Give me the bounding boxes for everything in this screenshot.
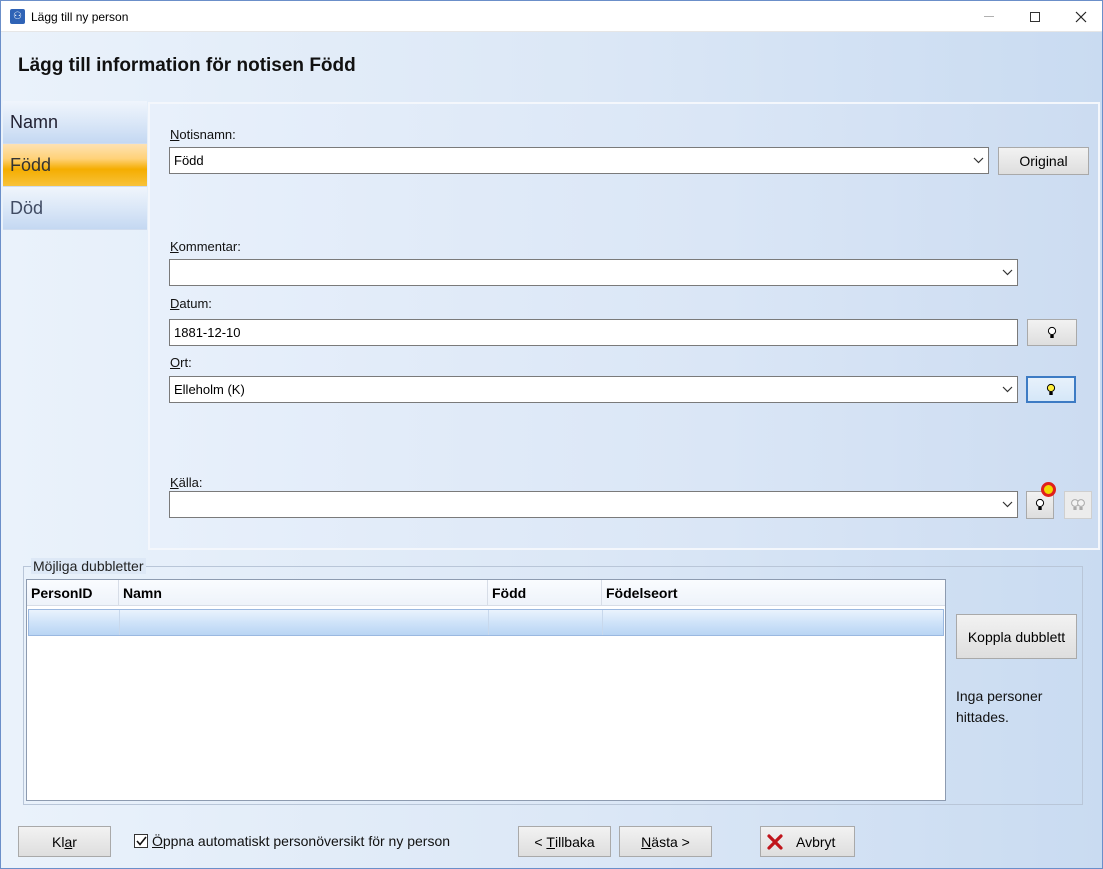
title-bar: ⚇ Lägg till ny person bbox=[1, 1, 1102, 32]
sidebar-item-dod[interactable]: Död bbox=[3, 187, 147, 230]
notisnamn-value: Född bbox=[174, 153, 204, 168]
ort-label: Ort: bbox=[170, 355, 192, 370]
original-button[interactable]: Original bbox=[998, 147, 1089, 175]
minimize-icon bbox=[984, 16, 994, 17]
done-label-part: r bbox=[72, 833, 77, 850]
next-label-accel: N bbox=[641, 833, 652, 850]
table-cell bbox=[120, 610, 489, 635]
done-label-accel: a bbox=[64, 833, 73, 850]
lightbulb-icon bbox=[1047, 326, 1057, 338]
chevron-down-icon[interactable] bbox=[1001, 260, 1013, 285]
next-button[interactable]: Nästa > bbox=[619, 826, 712, 857]
close-button[interactable] bbox=[1058, 1, 1103, 32]
checkmark-icon bbox=[135, 836, 147, 846]
auto-open-option[interactable]: Öppna automatiskt personöversikt för ny … bbox=[134, 833, 450, 849]
sidebar-item-fodd[interactable]: Född bbox=[3, 144, 147, 187]
sidebar-item-label: Född bbox=[10, 155, 52, 175]
chevron-down-icon[interactable] bbox=[1001, 492, 1013, 517]
page-title: Lägg till information för notisen Född bbox=[18, 55, 356, 76]
auto-open-checkbox[interactable] bbox=[134, 834, 148, 848]
notisnamn-combobox[interactable]: Född bbox=[169, 147, 989, 174]
dialog-window: ⚇ Lägg till ny person Lägg till informat… bbox=[0, 0, 1103, 869]
back-label-part: < bbox=[534, 833, 547, 850]
sidebar-item-label: Namn bbox=[10, 112, 59, 132]
kommentar-label: Kommentar: bbox=[170, 239, 241, 254]
column-header-fodd[interactable]: Född bbox=[488, 580, 602, 606]
maximize-icon bbox=[1030, 11, 1040, 22]
duplicates-table[interactable]: PersonID Namn Född Födelseort bbox=[26, 579, 946, 801]
datum-value: 1881-12-10 bbox=[174, 325, 241, 340]
column-header-namn[interactable]: Namn bbox=[119, 580, 488, 606]
notification-badge-icon bbox=[1041, 482, 1056, 497]
ort-value: Elleholm (K) bbox=[174, 382, 245, 397]
sidebar: Namn Född Död bbox=[3, 101, 147, 230]
back-button[interactable]: < Tillbaka bbox=[518, 826, 611, 857]
back-label-part: illbaka bbox=[554, 833, 595, 850]
cancel-label: Avbryt bbox=[796, 833, 836, 850]
lightbulb-icon bbox=[1046, 383, 1056, 395]
no-persons-status: Inga personer hittades. bbox=[956, 688, 1043, 725]
ort-lookup-button[interactable] bbox=[1026, 376, 1076, 403]
app-icon: ⚇ bbox=[10, 9, 25, 24]
auto-open-label: Öppna automatiskt personöversikt för ny … bbox=[152, 833, 451, 849]
table-cell bbox=[29, 610, 120, 635]
kalla-label: Källa: bbox=[170, 475, 203, 490]
minimize-button[interactable] bbox=[966, 1, 1012, 32]
chevron-down-icon[interactable] bbox=[1001, 377, 1013, 402]
datum-label: Datum: bbox=[170, 296, 212, 311]
sidebar-item-label: Död bbox=[10, 198, 44, 218]
ort-combobox[interactable]: Elleholm (K) bbox=[169, 376, 1018, 403]
done-button[interactable]: Kl a r bbox=[18, 826, 111, 857]
cancel-x-icon bbox=[767, 833, 783, 850]
close-icon bbox=[1075, 11, 1087, 22]
cancel-button[interactable]: Avbryt bbox=[760, 826, 855, 857]
back-label-accel: T bbox=[546, 833, 555, 850]
table-row[interactable] bbox=[28, 609, 944, 636]
next-label-part: ästa > bbox=[651, 833, 690, 850]
chevron-down-icon[interactable] bbox=[972, 148, 984, 173]
lightbulb-icon bbox=[1035, 498, 1045, 510]
datum-input[interactable]: 1881-12-10 bbox=[169, 319, 1018, 346]
column-header-fodelseort[interactable]: Födelseort bbox=[602, 580, 945, 606]
table-header: PersonID Namn Född Födelseort bbox=[27, 580, 945, 606]
table-cell bbox=[489, 610, 603, 635]
connect-duplicate-button[interactable]: Koppla dubblett bbox=[956, 614, 1077, 659]
kalla-multi-lookup-button[interactable] bbox=[1064, 491, 1092, 519]
kommentar-combobox[interactable] bbox=[169, 259, 1018, 286]
window-title: Lägg till ny person bbox=[31, 10, 129, 24]
duplicates-title: Möjliga dubbletter bbox=[31, 558, 146, 574]
lightbulbs-icon bbox=[1071, 499, 1085, 510]
datum-lookup-button[interactable] bbox=[1027, 319, 1077, 346]
maximize-button[interactable] bbox=[1012, 1, 1058, 32]
kalla-combobox[interactable] bbox=[169, 491, 1018, 518]
notisnamn-label: Notisnamn: bbox=[170, 127, 236, 142]
done-label-part: Kl bbox=[52, 833, 65, 850]
column-header-personid[interactable]: PersonID bbox=[27, 580, 119, 606]
sidebar-item-namn[interactable]: Namn bbox=[3, 101, 147, 144]
